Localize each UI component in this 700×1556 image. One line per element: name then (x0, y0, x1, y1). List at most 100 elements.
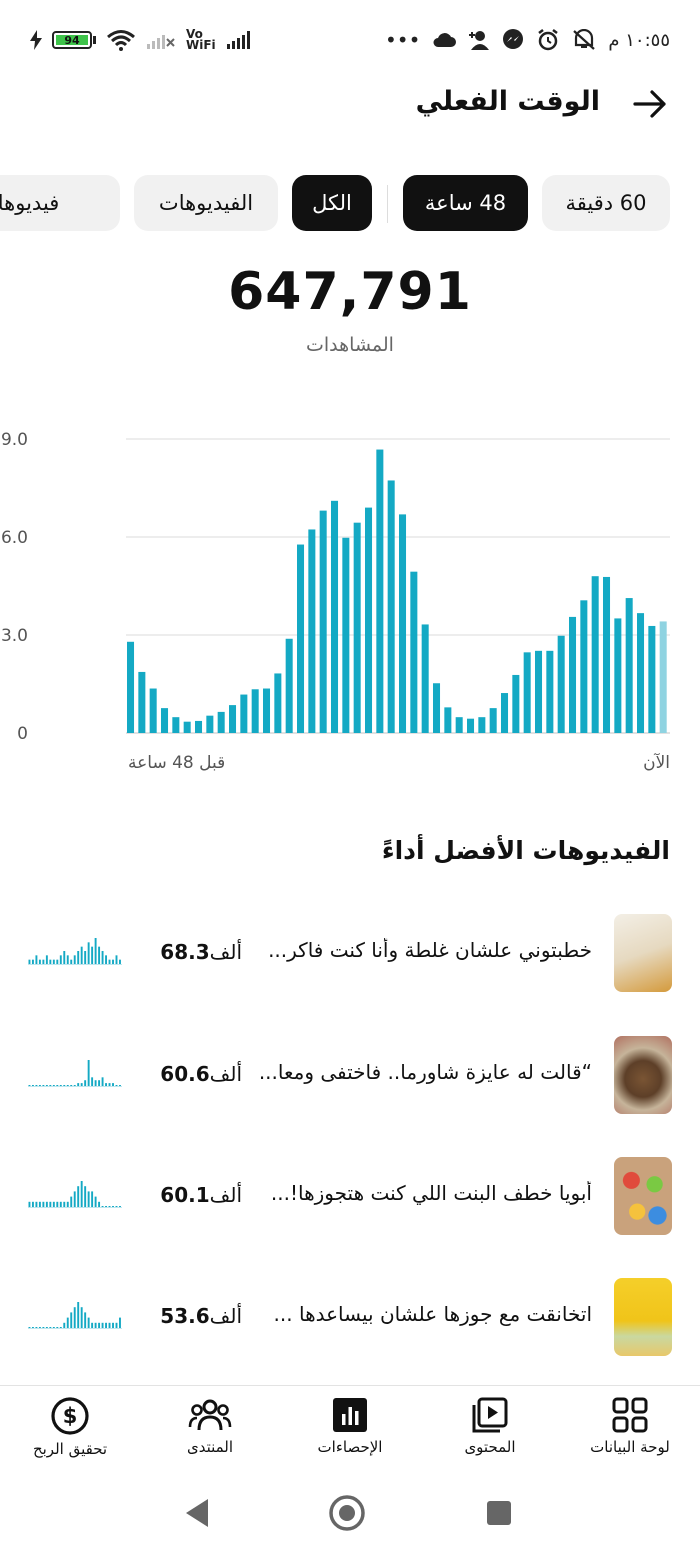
more-dots-icon: ••• (384, 28, 421, 52)
video-row[interactable]: اتخانقت مع جوزها علشان بيساعدها ... ألف5… (0, 1274, 700, 1364)
sparkline-bar (94, 1196, 97, 1207)
sparkline-bar (80, 946, 83, 964)
chip-videos-more[interactable]: فيديوهات (0, 175, 120, 231)
chip-divider (387, 185, 388, 223)
sparkline-bar (80, 1083, 83, 1086)
status-bar: 94 Vo WiFi ••• ١٠:٥٥ م (0, 0, 700, 80)
chart-bar (285, 638, 293, 733)
svg-text:$: $ (63, 1404, 78, 1428)
nav-analytics-label: الإحصاءات (317, 1438, 383, 1456)
sparkline-bar (70, 1196, 73, 1207)
chart-bar (331, 500, 339, 733)
chart-bar (614, 618, 622, 733)
sparkline-bar (45, 1085, 48, 1086)
video-views: ألف68.3 (142, 940, 242, 964)
sparkline-bar (101, 951, 104, 964)
chip-48-hours[interactable]: 48 ساعة (403, 175, 528, 231)
chip-videos[interactable]: الفيديوهات (134, 175, 278, 231)
nav-monetization-label: تحقيق الربح (32, 1440, 108, 1458)
sparkline-bar (38, 1085, 41, 1086)
sparkline-bar (66, 1085, 69, 1086)
nav-content-label: المحتوى (464, 1438, 516, 1456)
chart-bar (512, 674, 520, 733)
sparkline-bar (45, 1201, 48, 1207)
sparkline-bar (108, 959, 111, 964)
chart-bar (161, 708, 169, 733)
sparkline-bar (52, 1085, 55, 1086)
sparkline-bar (101, 1206, 104, 1207)
video-thumbnail (614, 1036, 672, 1114)
back-button[interactable] (628, 82, 672, 126)
back-triangle-icon[interactable] (182, 1496, 212, 1530)
nav-dashboard[interactable]: لوحة البيانات (560, 1386, 700, 1476)
chip-all[interactable]: الكل (292, 175, 372, 231)
battery-icon: 94 (52, 31, 96, 49)
sparkline-bar (70, 1312, 73, 1328)
chart-bar (342, 537, 350, 733)
sparkline-bar (63, 951, 66, 964)
analytics-bars-icon (333, 1398, 367, 1432)
sparkline-bar (98, 1080, 101, 1086)
video-thumbnail (614, 1278, 672, 1356)
video-views: ألف60.1 (142, 1183, 242, 1207)
sparkline-bar (35, 955, 38, 964)
nav-community[interactable]: المنتدى (140, 1386, 280, 1476)
chart-bar (580, 600, 588, 733)
sparkline-bar (84, 1080, 87, 1086)
sparkline-bar (115, 1085, 118, 1086)
video-views-unit: ألف (209, 1183, 242, 1207)
sparkline-bar (84, 1186, 87, 1207)
chart-bar (149, 688, 157, 733)
video-row[interactable]: “قالت له عايزة شاورما.. فاختفى ومعا... أ… (0, 1032, 700, 1122)
sparkline-bar (28, 1201, 31, 1207)
sparkline-bar (31, 1201, 34, 1207)
chart-bar (625, 598, 633, 733)
chart-bar (127, 641, 135, 733)
sparkline-bar (112, 1083, 114, 1086)
sparkline-bar (77, 1083, 80, 1086)
nav-community-label: المنتدى (186, 1438, 234, 1456)
sparkline-bar (112, 1322, 114, 1328)
recents-square-icon[interactable] (484, 1498, 514, 1528)
sparkline-bar (80, 1307, 83, 1328)
sparkline-bar (94, 1080, 97, 1086)
sparkline-bar (105, 1206, 108, 1207)
sparkline-bar (49, 1201, 52, 1207)
chart-bar (217, 711, 225, 733)
chart-bar (455, 717, 463, 733)
no-signal-icon (147, 35, 175, 49)
chart-bar (501, 693, 509, 733)
video-views-unit: ألف (209, 1304, 242, 1328)
y-tick-label: 13.0 ألف (0, 624, 28, 646)
sparkline-bar (73, 1085, 76, 1086)
cloud-icon (433, 33, 457, 47)
nav-analytics[interactable]: الإحصاءات (280, 1386, 420, 1476)
video-row[interactable]: خطبتوني علشان غلطة وأنا كنت فاكر... ألف6… (0, 910, 700, 1000)
sparkline-bar (31, 959, 34, 964)
sparkline-bar (84, 951, 87, 964)
messenger-icon (503, 29, 524, 49)
sparkline-bar (119, 959, 121, 964)
chart-bar (274, 673, 282, 733)
chip-60-minutes[interactable]: 60 دقيقة (542, 175, 670, 231)
sparkline-bar (91, 1191, 94, 1207)
bottom-nav: لوحة البيانات المحتوى الإحصاءات المنتدى (0, 1385, 700, 1476)
sparkline-bar (112, 1206, 114, 1207)
sparkline-bar (49, 1327, 52, 1328)
sparkline-bar (101, 1322, 104, 1328)
video-views-unit: ألف (209, 1062, 242, 1086)
sparkline-bar (105, 955, 108, 964)
nav-content[interactable]: المحتوى (420, 1386, 560, 1476)
sparkline-bar (73, 1191, 76, 1207)
sparkline-bar (91, 1322, 94, 1328)
nav-monetization[interactable]: $ تحقيق الربح (0, 1386, 140, 1476)
video-row[interactable]: أبويا خطف البنت اللي كنت هتجوزها!... ألف… (0, 1153, 700, 1243)
sparkline-bar (77, 1302, 80, 1328)
home-circle-icon[interactable] (328, 1494, 366, 1532)
sparkline-bar (115, 1322, 118, 1328)
page-title: الوقت الفعلي (415, 86, 600, 117)
chart-bar (546, 650, 554, 733)
sparkline-bar (35, 1327, 38, 1328)
sparkline-bar (52, 959, 55, 964)
chart-bar (478, 717, 486, 733)
